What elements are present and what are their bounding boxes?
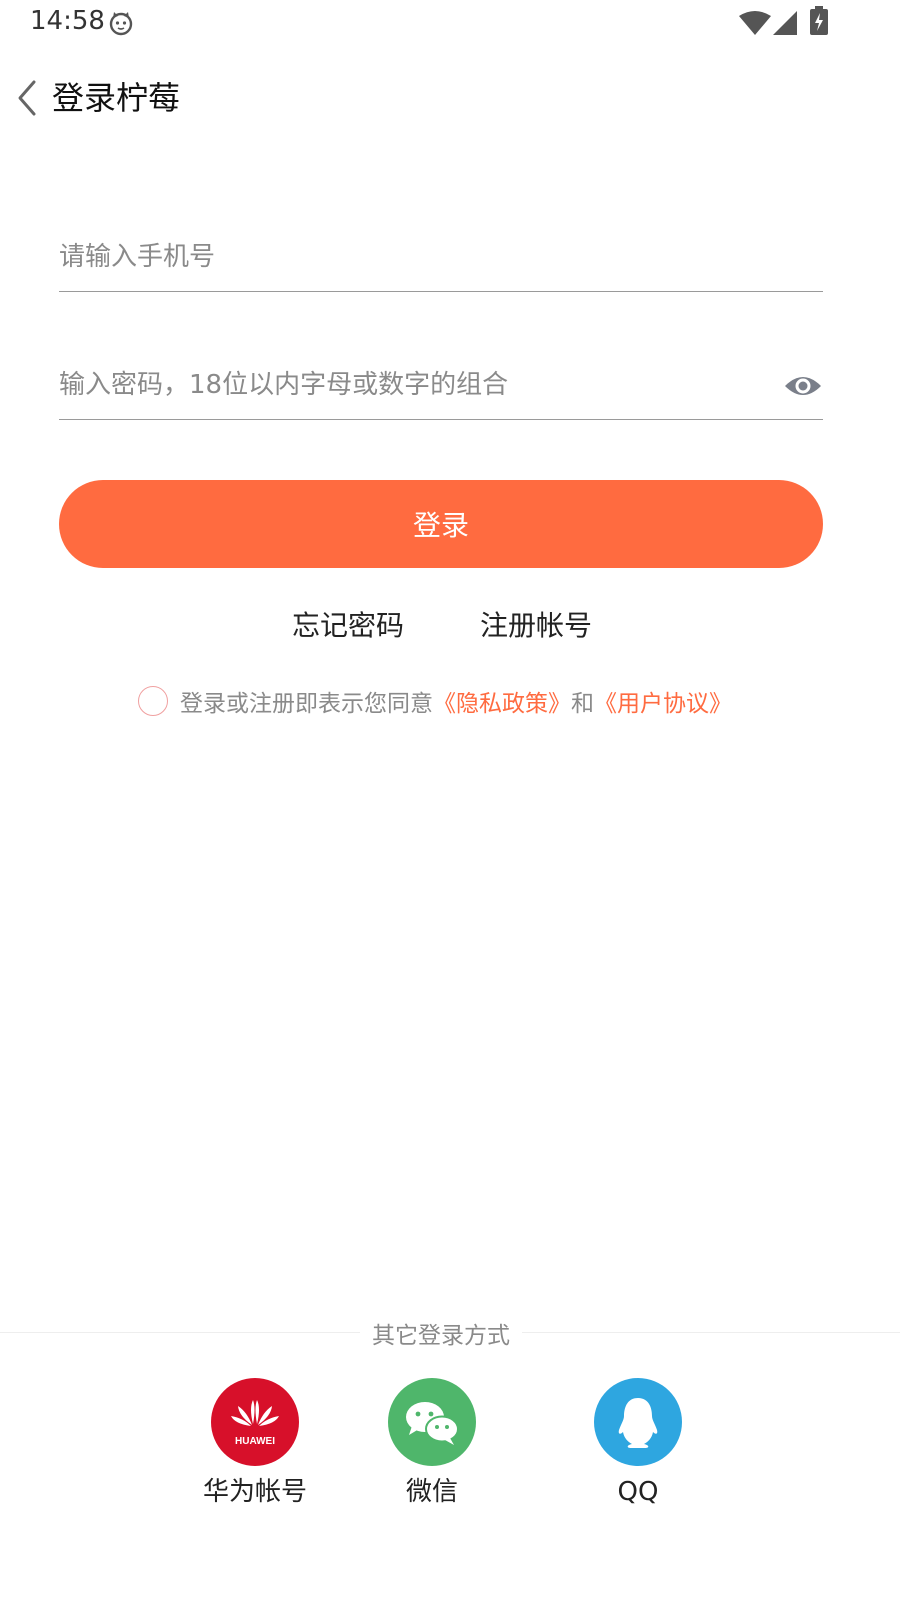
toggle-password-visibility-button[interactable] <box>783 368 823 404</box>
password-field <box>59 350 823 420</box>
agreement-checkbox[interactable] <box>138 686 168 716</box>
wechat-login-button[interactable]: 微信 <box>357 1378 507 1518</box>
agreement-row: 登录或注册即表示您同意 《隐私政策》 和 《用户协议》 <box>138 684 732 718</box>
qq-login-button[interactable]: QQ <box>563 1378 713 1518</box>
agreement-text: 登录或注册即表示您同意 <box>180 691 433 717</box>
login-button[interactable]: 登录 <box>59 480 823 568</box>
huawei-petals: HUAWEI <box>231 1400 279 1447</box>
huawei-badge-text: HUAWEI <box>235 1436 275 1447</box>
qq-penguin <box>618 1398 658 1448</box>
wechat-bubbles <box>406 1402 459 1445</box>
huawei-logo-icon: HUAWEI <box>211 1378 299 1466</box>
other-login-label: 其它登录方式 <box>360 1323 522 1349</box>
status-bar: 14:58 <box>0 0 900 48</box>
user-agreement-link[interactable]: 《用户协议》 <box>594 684 732 718</box>
app-bar: 登录柠莓 <box>0 62 900 134</box>
status-time: 14:58 <box>30 6 105 36</box>
phone-field <box>59 222 823 292</box>
other-login-label-wrap: 其它登录方式 <box>0 1316 882 1350</box>
wifi-icon <box>739 11 771 35</box>
back-arrow-icon <box>18 80 36 116</box>
back-button[interactable] <box>10 76 46 120</box>
forgot-password-link[interactable]: 忘记密码 <box>292 606 404 646</box>
qq-login-label: QQ <box>617 1477 659 1507</box>
huawei-login-button[interactable]: HUAWEI 华为帐号 <box>180 1378 330 1518</box>
password-input[interactable] <box>59 360 759 410</box>
page-title: 登录柠莓 <box>52 79 181 117</box>
register-account-link[interactable]: 注册帐号 <box>480 606 592 646</box>
huawei-login-label: 华为帐号 <box>202 1477 307 1507</box>
wechat-icon <box>388 1378 476 1466</box>
phone-input[interactable] <box>59 232 759 282</box>
agreement-and-text: 和 <box>571 691 594 717</box>
wechat-login-label: 微信 <box>405 1477 458 1507</box>
eye-icon <box>785 377 821 395</box>
cell-signal-icon <box>773 11 797 35</box>
battery-charging-icon <box>810 6 828 35</box>
qq-penguin-icon <box>594 1378 682 1466</box>
notification-cat-icon <box>109 12 133 36</box>
privacy-policy-link[interactable]: 《隐私政策》 <box>433 684 571 718</box>
